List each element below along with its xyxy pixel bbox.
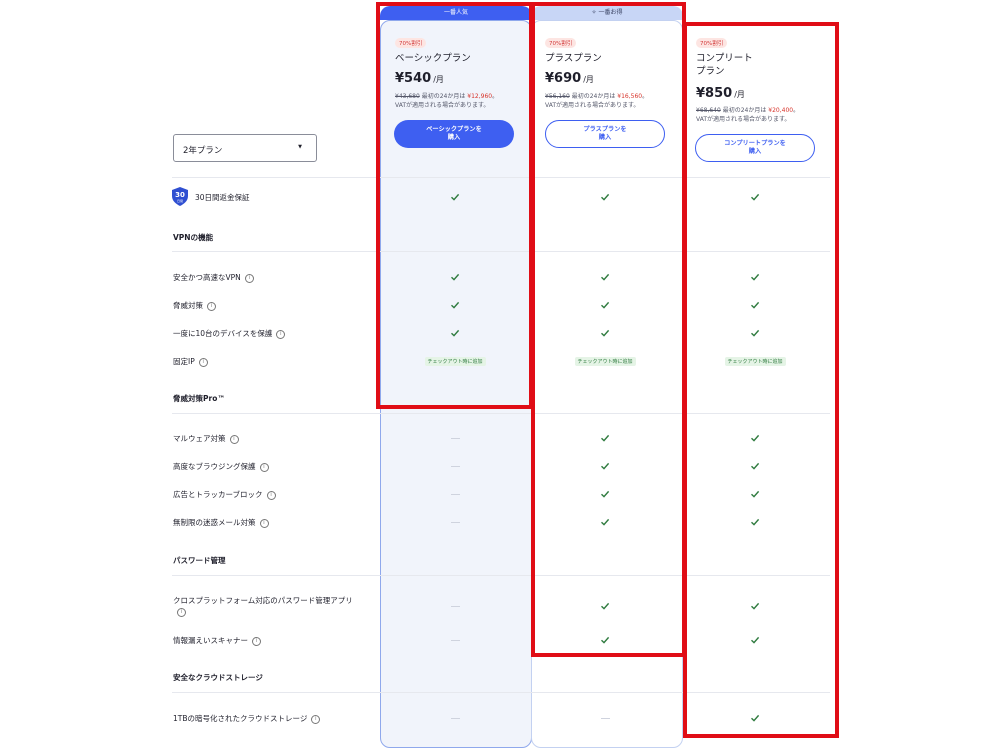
not-included-dash bbox=[451, 466, 460, 467]
feature-label: 固定IP bbox=[173, 357, 195, 366]
info-icon[interactable]: i bbox=[244, 273, 254, 283]
not-included-dash bbox=[601, 718, 610, 719]
plan-term-select[interactable]: 2年プラン ▼ bbox=[173, 134, 317, 162]
feature-label: 無制限の迷惑メール対策 bbox=[173, 518, 256, 527]
info-icon[interactable]: i bbox=[266, 490, 276, 500]
section-password: パスワード管理 bbox=[173, 556, 226, 565]
feature-devices: 一度に10台のデバイスを保護 i bbox=[173, 328, 286, 339]
feature-label: マルウェア対策 bbox=[173, 434, 226, 443]
not-included-dash bbox=[451, 438, 460, 439]
highlight-box-plus bbox=[531, 2, 686, 657]
feature-static-ip: 固定IP i bbox=[173, 356, 208, 367]
feature-leak: 情報漏えいスキャナー i bbox=[173, 635, 261, 646]
feature-fast-vpn: 安全かつ高速なVPN i bbox=[173, 272, 254, 283]
info-icon[interactable]: i bbox=[207, 301, 216, 311]
info-icon[interactable]: i bbox=[259, 518, 269, 528]
feature-label: 1TBの暗号化されたクラウドストレージ bbox=[173, 714, 308, 723]
shield-sub: 日間 bbox=[177, 198, 183, 203]
highlight-box-complete bbox=[683, 22, 839, 738]
feature-email: 無制限の迷惑メール対策 i bbox=[173, 517, 269, 528]
feature-label: 脅威対策 bbox=[173, 301, 203, 310]
section-storage: 安全なクラウドストレージ bbox=[173, 673, 263, 682]
info-icon[interactable]: i bbox=[198, 357, 208, 367]
section-vpn: VPNの機能 bbox=[173, 233, 214, 242]
section-threat: 脅威対策Pro™ bbox=[173, 394, 225, 403]
info-icon[interactable]: i bbox=[252, 636, 261, 646]
feature-label: 一度に10台のデバイスを保護 bbox=[173, 329, 273, 338]
info-icon[interactable]: i bbox=[311, 714, 321, 724]
feature-browsing: 高度なブラウジング保護 i bbox=[173, 461, 269, 472]
not-included-dash bbox=[451, 522, 460, 523]
not-included-dash bbox=[451, 494, 460, 495]
feature-label: クロスプラットフォーム対応のパスワード管理アプリ bbox=[173, 596, 353, 605]
feature-label: 安全かつ高速なVPN bbox=[173, 273, 241, 282]
feature-label: 情報漏えいスキャナー bbox=[173, 636, 248, 645]
feature-malware: マルウェア対策 i bbox=[173, 433, 239, 444]
dropdown-caret-icon: ▼ bbox=[298, 144, 302, 150]
feature-label: 広告とトラッカーブロック bbox=[173, 490, 263, 499]
guarantee-label: 30日間返金保証 bbox=[195, 193, 250, 202]
info-icon[interactable]: i bbox=[229, 434, 239, 444]
info-icon[interactable]: i bbox=[177, 607, 186, 617]
feature-cloud: 1TBの暗号化されたクラウドストレージ i bbox=[173, 713, 321, 724]
feature-ads: 広告とトラッカーブロック i bbox=[173, 489, 276, 500]
not-included-dash bbox=[451, 640, 460, 641]
feature-label: 高度なブラウジング保護 bbox=[173, 462, 256, 471]
not-included-dash bbox=[451, 718, 460, 719]
money-back-shield-icon: 30 日間 bbox=[172, 187, 188, 206]
feature-threat-protect: 脅威対策 i bbox=[173, 300, 216, 311]
not-included-dash bbox=[451, 606, 460, 607]
feature-password-app: クロスプラットフォーム対応のパスワード管理アプリ i bbox=[173, 595, 363, 617]
shield-number: 30 bbox=[175, 191, 185, 199]
plan-term-value: 2年プラン bbox=[183, 146, 223, 156]
highlight-box-basic bbox=[376, 2, 533, 409]
info-icon[interactable]: i bbox=[276, 329, 286, 339]
info-icon[interactable]: i bbox=[259, 462, 269, 472]
